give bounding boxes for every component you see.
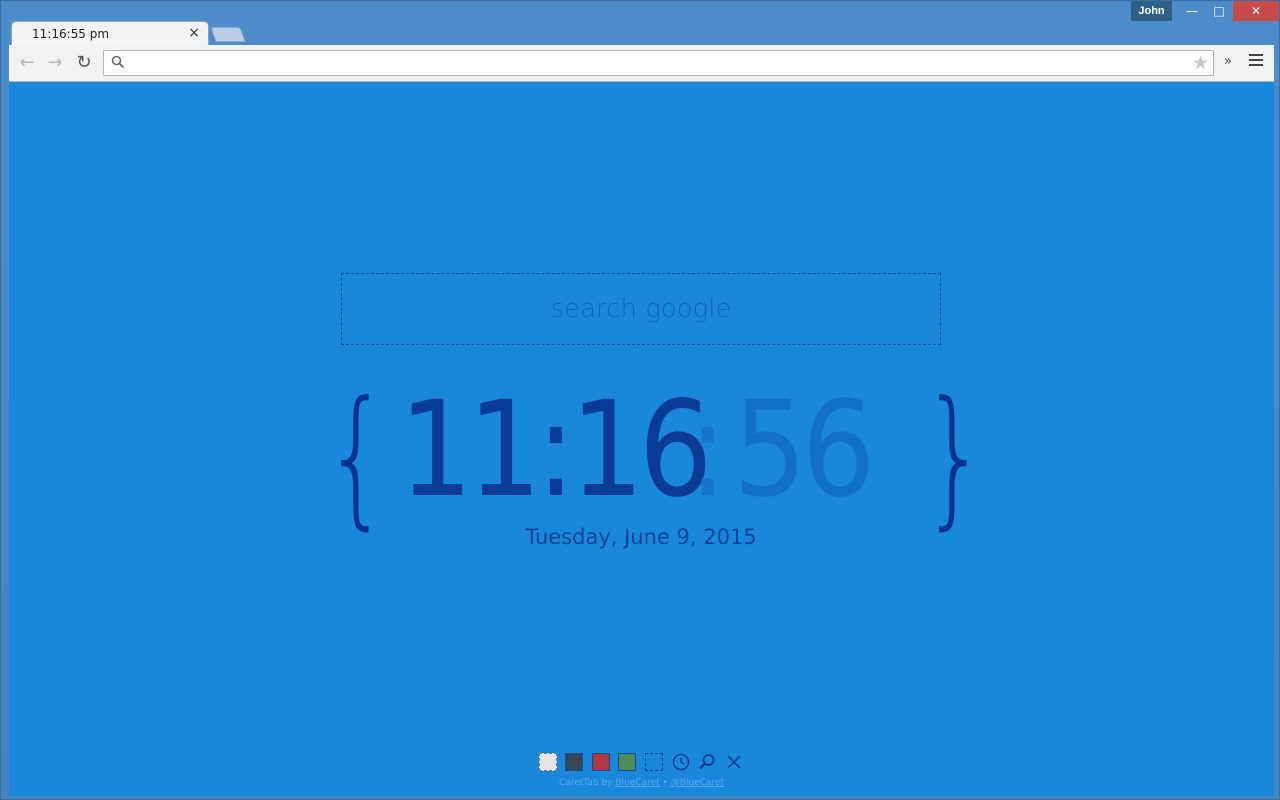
- clock-colon: :: [688, 373, 728, 527]
- address-input[interactable]: [128, 53, 1188, 73]
- search-icon: [111, 55, 125, 69]
- date-display: Tuesday, June 9, 2015: [525, 525, 757, 549]
- footer-link-twitter[interactable]: @BlueCaret: [671, 778, 724, 788]
- browser-window: 11:16:55 pm × John — □ ✕ ← → ↻ ★ » { 11:…: [0, 0, 1280, 800]
- reload-button[interactable]: ↻: [72, 51, 96, 75]
- footer-link-bluecaret[interactable]: BlueCaret: [615, 778, 659, 788]
- browser-toolbar: ← → ↻ ★ »: [9, 45, 1274, 82]
- back-button[interactable]: ←: [15, 51, 39, 75]
- close-icon[interactable]: [724, 752, 744, 772]
- new-tab-page: { 11:16 : 56 } Tuesday, June 9, 2015 Car…: [9, 82, 1274, 796]
- theme-swatch-blue[interactable]: [645, 753, 663, 771]
- search-input[interactable]: [342, 274, 940, 344]
- window-close-button[interactable]: ✕: [1233, 1, 1279, 21]
- search-toggle-icon[interactable]: [697, 752, 717, 772]
- footer-credit: CaretTab by BlueCaret • @BlueCaret: [449, 778, 834, 788]
- tab-title: 11:16:55 pm: [32, 27, 110, 41]
- profile-button[interactable]: John: [1131, 1, 1172, 21]
- theme-swatch-red[interactable]: [592, 753, 610, 771]
- clock-icon[interactable]: [671, 752, 691, 772]
- clock-hours-minutes: 11:16: [399, 373, 713, 527]
- new-tab-button[interactable]: [210, 27, 246, 42]
- footer-separator: •: [659, 778, 671, 788]
- extensions-overflow-button[interactable]: »: [1224, 54, 1232, 69]
- brace-close: }: [921, 370, 989, 544]
- minimize-button[interactable]: —: [1177, 1, 1207, 21]
- theme-swatch-dark[interactable]: [565, 753, 583, 771]
- omnibox[interactable]: ★: [103, 50, 1214, 76]
- theme-swatch-green[interactable]: [618, 753, 636, 771]
- tab-active[interactable]: 11:16:55 pm ×: [11, 21, 209, 46]
- theme-swatch-light[interactable]: [539, 753, 557, 771]
- search-box: [341, 273, 941, 345]
- forward-button[interactable]: →: [43, 51, 67, 75]
- brace-open: {: [323, 370, 391, 544]
- clock-seconds: 56: [733, 373, 876, 527]
- tab-close-icon[interactable]: ×: [188, 25, 200, 41]
- footer-prefix: CaretTab by: [559, 778, 616, 788]
- maximize-button[interactable]: □: [1205, 1, 1233, 21]
- bookmark-star-icon[interactable]: ★: [1192, 52, 1209, 74]
- menu-icon[interactable]: [1249, 54, 1263, 68]
